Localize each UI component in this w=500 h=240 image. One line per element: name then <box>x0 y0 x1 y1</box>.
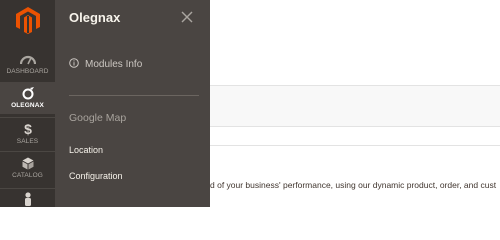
flyout-divider <box>69 95 199 96</box>
nav-separator <box>0 188 55 189</box>
customer-icon <box>23 192 33 206</box>
cube-icon <box>22 156 34 170</box>
group-title-google-map: Google Map <box>69 112 127 124</box>
menu-link-configuration[interactable]: Configuration <box>69 171 123 181</box>
nav-label-catalog: CATALOG <box>12 172 43 179</box>
magento-logo[interactable] <box>0 0 55 40</box>
nav-item-olegnax[interactable]: OLEGNAX <box>0 82 55 114</box>
olegnax-flyout-menu: Olegnax Modules Info Google Map Location… <box>55 0 210 207</box>
nav-item-customers[interactable] <box>0 190 55 207</box>
content-divider <box>210 145 500 146</box>
close-icon[interactable] <box>181 10 193 23</box>
modules-info-label: Modules Info <box>85 59 143 70</box>
nav-label-sales: SALES <box>16 138 39 145</box>
info-icon <box>69 58 79 71</box>
nav-label-dashboard: DASHBOARD <box>6 68 49 75</box>
menu-link-location[interactable]: Location <box>69 145 103 155</box>
modules-info-link[interactable]: Modules Info <box>69 58 142 71</box>
admin-sidebar: DASHBOARD OLEGNAX $ SALES CATALOG <box>0 0 55 207</box>
dashboard-intro-text: d of your business' performance, using o… <box>210 180 497 190</box>
dollar-icon: $ <box>23 122 33 136</box>
olegnax-icon <box>21 86 35 100</box>
nav-item-catalog[interactable]: CATALOG <box>0 152 55 184</box>
nav-item-sales[interactable]: $ SALES <box>0 118 55 150</box>
nav-item-dashboard[interactable]: DASHBOARD <box>0 48 55 80</box>
nav-label-olegnax: OLEGNAX <box>11 102 44 109</box>
flyout-title: Olegnax <box>69 10 121 25</box>
dashboard-icon <box>19 52 36 66</box>
svg-text:$: $ <box>24 122 32 136</box>
page-actions-band <box>210 85 500 127</box>
